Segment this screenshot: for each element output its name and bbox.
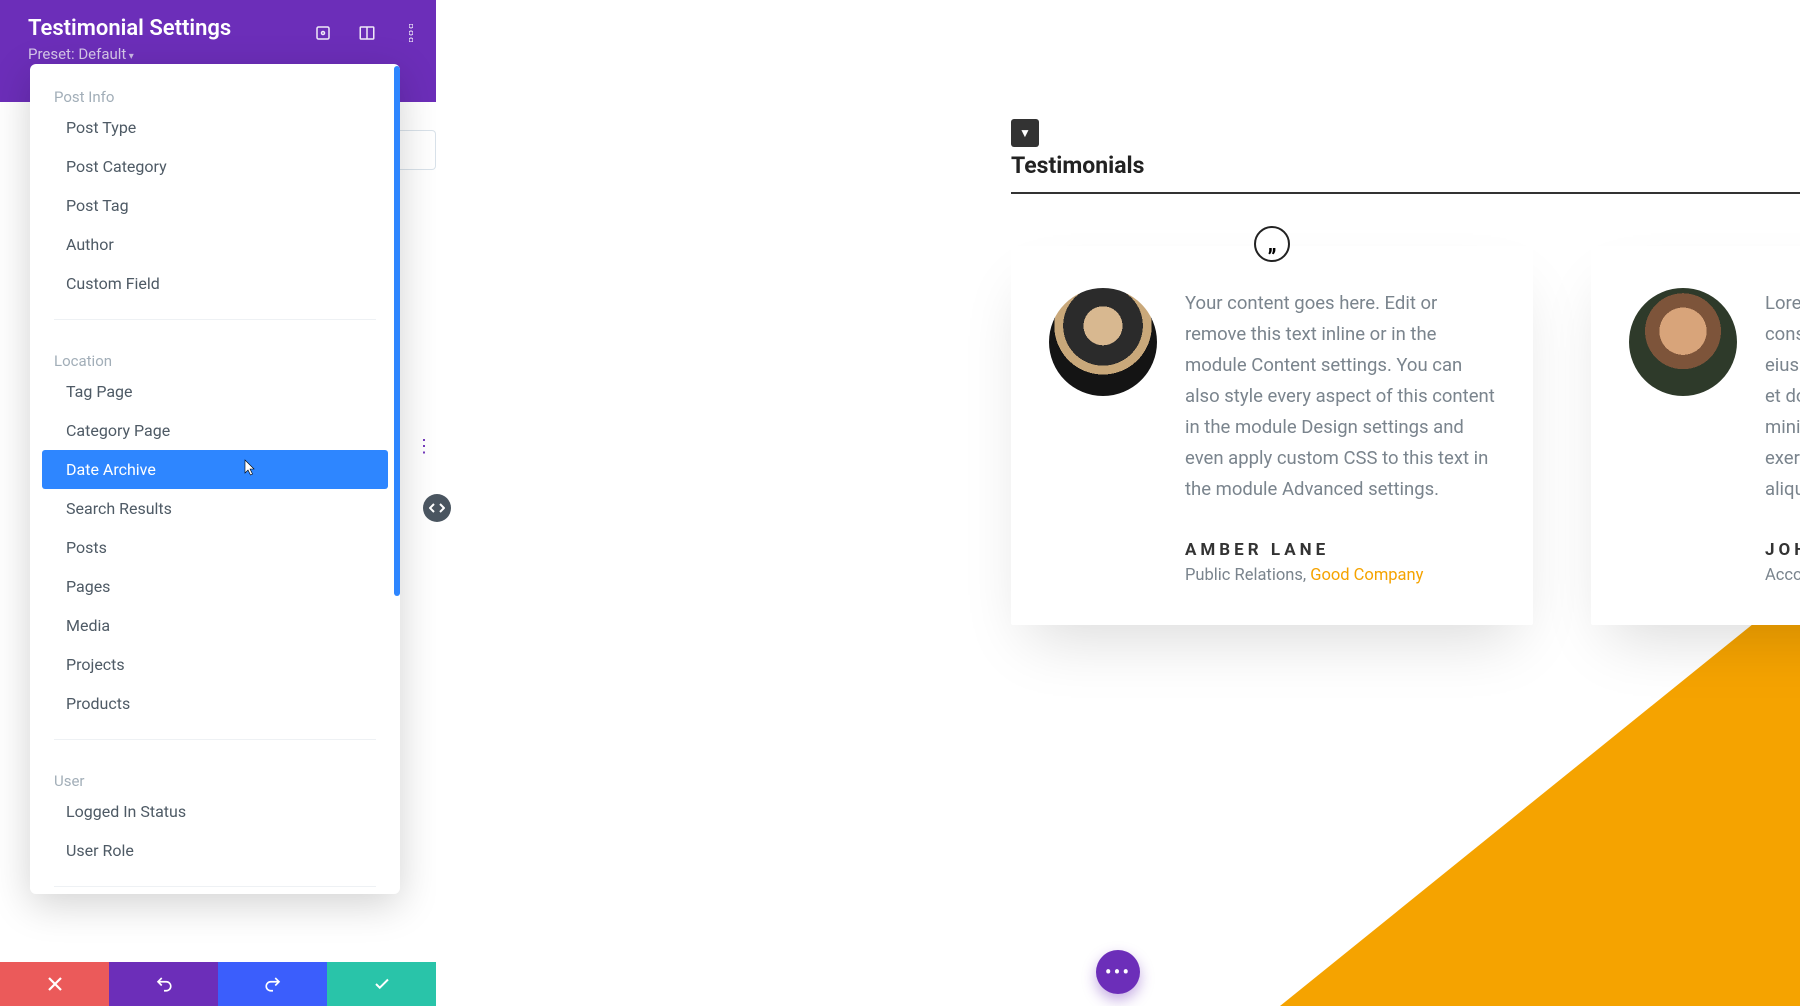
avatar	[1629, 288, 1737, 396]
settings-panel: Testimonial Settings Preset: Default ter…	[0, 0, 436, 1006]
section-toggle-icon[interactable]: ▼	[1011, 119, 1039, 147]
company-link[interactable]: Good Company	[1310, 566, 1423, 585]
testimonial-name: AMBER LANE	[1185, 540, 1495, 560]
dropdown-item[interactable]: Post Tag	[42, 186, 388, 225]
expand-icon[interactable]	[312, 22, 334, 44]
scrollbar-track[interactable]	[394, 66, 400, 892]
dropdown-item[interactable]: User Role	[42, 831, 388, 870]
dropdown-item[interactable]: Tag Page	[42, 372, 388, 411]
testimonial-text[interactable]: Your content goes here. Edit or remove t…	[1185, 288, 1495, 506]
panel-resize-handle[interactable]	[423, 494, 451, 522]
save-button[interactable]	[327, 962, 436, 1006]
testimonial-text[interactable]: Lorem ipsum dolor sit amet, consectetur …	[1765, 288, 1800, 506]
quote-icon: „	[1254, 226, 1290, 262]
preset-selector[interactable]: Preset: Default	[28, 45, 408, 63]
panel-header: Testimonial Settings Preset: Default	[0, 0, 436, 72]
dropdown-item[interactable]: Products	[42, 684, 388, 723]
dropdown-group-heading: Post Info	[30, 72, 400, 108]
testimonial-name: JOHN SMITH	[1765, 540, 1800, 560]
dropdown-item[interactable]: Custom Field	[42, 264, 388, 303]
section-divider	[1011, 192, 1800, 194]
dropdown-item[interactable]: Author	[42, 225, 388, 264]
section-title: Testimonials	[1011, 152, 1144, 179]
dropdown-separator	[54, 319, 376, 320]
decorative-triangle	[1280, 586, 1800, 1006]
testimonial-card: „Lorem ipsum dolor sit amet, consectetur…	[1591, 246, 1800, 625]
dropdown-item[interactable]: Category Page	[42, 411, 388, 450]
dropdown-separator	[54, 886, 376, 887]
more-icon[interactable]	[400, 22, 422, 44]
testimonial-card: „Your content goes here. Edit or remove …	[1011, 246, 1533, 625]
testimonial-role: Public Relations, Good Company	[1185, 566, 1495, 585]
field-more-icon[interactable]: ⋮	[412, 436, 436, 460]
close-button[interactable]	[0, 962, 109, 1006]
dropdown-separator	[54, 739, 376, 740]
dropdown-item[interactable]: Pages	[42, 567, 388, 606]
columns-icon[interactable]	[356, 22, 378, 44]
dropdown-item[interactable]: Search Results	[42, 489, 388, 528]
dropdown-item[interactable]: Projects	[42, 645, 388, 684]
page-canvas: ▼ Testimonials „Your content goes here. …	[436, 0, 1800, 1006]
builder-fab-button[interactable]: •••	[1096, 950, 1140, 994]
panel-action-bar	[0, 962, 436, 1006]
dropdown-item[interactable]: Post Type	[42, 108, 388, 147]
dropdown-item[interactable]: Posts	[42, 528, 388, 567]
dropdown-item[interactable]: Logged In Status	[42, 792, 388, 831]
condition-dropdown: Post InfoPost TypePost CategoryPost TagA…	[30, 64, 400, 894]
cursor-pointer-icon	[242, 459, 258, 477]
dropdown-item[interactable]: Post Category	[42, 147, 388, 186]
undo-button[interactable]	[109, 962, 218, 1006]
dropdown-group-heading: Location	[30, 336, 400, 372]
dropdown-group-heading: User	[30, 756, 400, 792]
scrollbar-thumb[interactable]	[394, 66, 400, 596]
dropdown-item[interactable]: Date Archive	[42, 450, 388, 489]
avatar	[1049, 288, 1157, 396]
testimonial-role: Accountant, Good Company	[1765, 566, 1800, 585]
dropdown-item[interactable]: Media	[42, 606, 388, 645]
redo-button[interactable]	[218, 962, 327, 1006]
